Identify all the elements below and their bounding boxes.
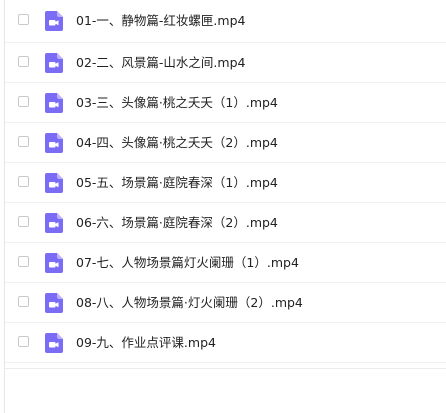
select-checkbox[interactable]	[18, 95, 29, 107]
video-file-icon	[45, 92, 63, 113]
file-row[interactable]: 06-六、场景篇·庭院春深（2）.mp4	[5, 203, 446, 243]
file-name[interactable]: 08-八、人物场景篇·灯火阑珊（2）.mp4	[76, 294, 303, 312]
select-checkbox[interactable]	[18, 14, 29, 25]
file-name[interactable]: 05-五、场景篇·庭院春深（1）.mp4	[76, 174, 278, 192]
video-file-icon	[45, 132, 63, 153]
file-list: 01-一、静物篇-红妆螺匣.mp4 02-二、风景篇-山水之间.mp4 03-三…	[5, 0, 446, 363]
file-name[interactable]: 03-三、头像篇·桃之夭夭（1）.mp4	[76, 94, 278, 112]
select-checkbox[interactable]	[18, 55, 29, 67]
select-checkbox[interactable]	[18, 255, 29, 267]
file-row[interactable]: 01-一、静物篇-红妆螺匣.mp4	[5, 0, 446, 43]
file-row[interactable]: 04-四、头像篇·桃之夭夭（2）.mp4	[5, 123, 446, 163]
file-row[interactable]: 07-七、人物场景篇灯火阑珊（1）.mp4	[5, 243, 446, 283]
video-file-icon	[45, 292, 63, 313]
video-file-icon	[45, 332, 63, 353]
select-checkbox[interactable]	[18, 215, 29, 227]
select-checkbox[interactable]	[18, 335, 29, 347]
file-name[interactable]: 07-七、人物场景篇灯火阑珊（1）.mp4	[76, 254, 299, 272]
file-name[interactable]: 02-二、风景篇-山水之间.mp4	[76, 54, 245, 72]
select-checkbox[interactable]	[18, 295, 29, 307]
file-row[interactable]: 05-五、场景篇·庭院春深（1）.mp4	[5, 163, 446, 203]
select-checkbox[interactable]	[18, 175, 29, 187]
video-file-icon	[45, 172, 63, 193]
file-row[interactable]: 09-九、作业点评课.mp4	[5, 323, 446, 363]
file-row[interactable]: 03-三、头像篇·桃之夭夭（1）.mp4	[5, 83, 446, 123]
list-end-divider	[5, 368, 446, 369]
video-file-icon	[45, 212, 63, 233]
video-file-icon	[45, 11, 63, 31]
video-file-icon	[45, 52, 63, 73]
file-name[interactable]: 01-一、静物篇-红妆螺匣.mp4	[76, 12, 245, 30]
video-file-icon	[45, 252, 63, 273]
file-name[interactable]: 04-四、头像篇·桃之夭夭（2）.mp4	[76, 134, 278, 152]
file-name[interactable]: 09-九、作业点评课.mp4	[76, 334, 216, 352]
file-name[interactable]: 06-六、场景篇·庭院春深（2）.mp4	[76, 214, 278, 232]
select-checkbox[interactable]	[18, 135, 29, 147]
file-row[interactable]: 02-二、风景篇-山水之间.mp4	[5, 43, 446, 83]
file-row[interactable]: 08-八、人物场景篇·灯火阑珊（2）.mp4	[5, 283, 446, 323]
